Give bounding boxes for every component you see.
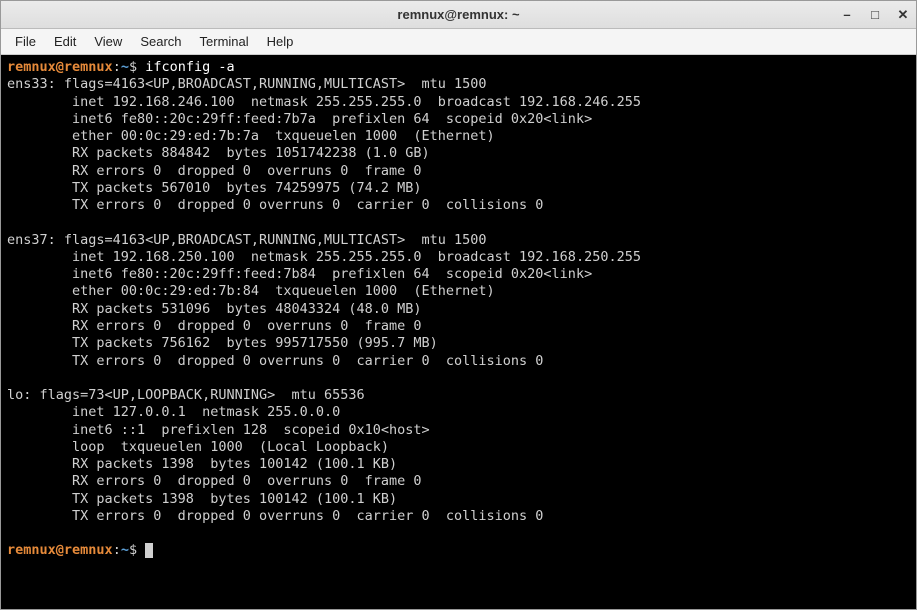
- cursor-icon: [145, 543, 153, 558]
- prompt-host: remnux: [64, 542, 113, 558]
- output-line: TX packets 1398 bytes 100142 (100.1 KB): [7, 491, 397, 507]
- output-line: inet 192.168.246.100 netmask 255.255.255…: [7, 94, 641, 110]
- output-line: inet6 fe80::20c:29ff:feed:7b84 prefixlen…: [7, 266, 592, 282]
- output-line: inet6 ::1 prefixlen 128 scopeid 0x10<hos…: [7, 422, 430, 438]
- terminal-window: remnux@remnux: ~ – □ ✕ File Edit View Se…: [0, 0, 917, 610]
- output-line: TX errors 0 dropped 0 overruns 0 carrier…: [7, 197, 543, 213]
- output-line: loop txqueuelen 1000 (Local Loopback): [7, 439, 389, 455]
- output-line: ether 00:0c:29:ed:7b:7a txqueuelen 1000 …: [7, 128, 495, 144]
- output-line: ens37: flags=4163<UP,BROADCAST,RUNNING,M…: [7, 232, 487, 248]
- output-line: ether 00:0c:29:ed:7b:84 txqueuelen 1000 …: [7, 283, 495, 299]
- maximize-icon[interactable]: □: [868, 7, 882, 22]
- output-line: RX packets 884842 bytes 1051742238 (1.0 …: [7, 145, 430, 161]
- output-line: TX errors 0 dropped 0 overruns 0 carrier…: [7, 508, 543, 524]
- prompt-path: ~: [121, 59, 129, 75]
- prompt-path: ~: [121, 542, 129, 558]
- window-controls: – □ ✕: [840, 7, 910, 23]
- menu-help[interactable]: Help: [259, 32, 302, 51]
- output-line: TX packets 567010 bytes 74259975 (74.2 M…: [7, 180, 422, 196]
- prompt-host: remnux: [64, 59, 113, 75]
- minimize-icon[interactable]: –: [840, 7, 854, 22]
- output-line: lo: flags=73<UP,LOOPBACK,RUNNING> mtu 65…: [7, 387, 365, 403]
- prompt-line: remnux@remnux:~$ ifconfig -a: [7, 59, 235, 75]
- menu-search[interactable]: Search: [132, 32, 189, 51]
- prompt-user: remnux: [7, 542, 56, 558]
- output-line: RX errors 0 dropped 0 overruns 0 frame 0: [7, 163, 422, 179]
- output-line: RX errors 0 dropped 0 overruns 0 frame 0: [7, 318, 422, 334]
- prompt-at: @: [56, 59, 64, 75]
- prompt-line: remnux@remnux:~$: [7, 542, 153, 558]
- menu-edit[interactable]: Edit: [46, 32, 84, 51]
- window-title: remnux@remnux: ~: [397, 7, 519, 22]
- output-line: inet6 fe80::20c:29ff:feed:7b7a prefixlen…: [7, 111, 592, 127]
- prompt-colon: :: [113, 59, 121, 75]
- output-line: ens33: flags=4163<UP,BROADCAST,RUNNING,M…: [7, 76, 487, 92]
- output-line: RX packets 1398 bytes 100142 (100.1 KB): [7, 456, 397, 472]
- output-line: RX errors 0 dropped 0 overruns 0 frame 0: [7, 473, 422, 489]
- output-line: RX packets 531096 bytes 48043324 (48.0 M…: [7, 301, 422, 317]
- menu-terminal[interactable]: Terminal: [192, 32, 257, 51]
- close-icon[interactable]: ✕: [896, 7, 910, 23]
- terminal-body[interactable]: remnux@remnux:~$ ifconfig -a ens33: flag…: [1, 55, 916, 609]
- titlebar: remnux@remnux: ~ – □ ✕: [1, 1, 916, 29]
- menu-file[interactable]: File: [7, 32, 44, 51]
- command-text: ifconfig -a: [145, 59, 234, 75]
- prompt-dollar: $: [129, 542, 145, 558]
- menubar: File Edit View Search Terminal Help: [1, 29, 916, 55]
- menu-view[interactable]: View: [86, 32, 130, 51]
- output-line: TX packets 756162 bytes 995717550 (995.7…: [7, 335, 438, 351]
- output-line: TX errors 0 dropped 0 overruns 0 carrier…: [7, 353, 543, 369]
- output-line: inet 192.168.250.100 netmask 255.255.255…: [7, 249, 641, 265]
- prompt-dollar: $: [129, 59, 145, 75]
- output-line: inet 127.0.0.1 netmask 255.0.0.0: [7, 404, 340, 420]
- prompt-at: @: [56, 542, 64, 558]
- prompt-colon: :: [113, 542, 121, 558]
- prompt-user: remnux: [7, 59, 56, 75]
